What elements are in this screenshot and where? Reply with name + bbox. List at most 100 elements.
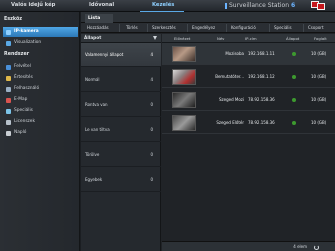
- brand-title: Surveillance Station 6: [229, 2, 295, 9]
- tab-bar: Lista: [81, 12, 335, 23]
- table-footer: 4 elem: [162, 241, 335, 251]
- brand-logo-icon: [225, 3, 227, 9]
- delete-button[interactable]: Törlés: [126, 23, 138, 33]
- recording-icon: [6, 64, 11, 70]
- sidebar-item-log[interactable]: Napló: [3, 128, 78, 138]
- toolbar-divider: [226, 24, 227, 32]
- status-filter-deleted[interactable]: Törölve 0: [81, 143, 161, 167]
- status-ok-icon: [292, 121, 296, 125]
- toolbar-divider: [303, 24, 304, 32]
- status-count: 0: [150, 102, 153, 107]
- log-icon: [6, 130, 11, 136]
- add-button[interactable]: Hozzáadás: [87, 23, 109, 33]
- status-filter-broken[interactable]: Rontva van 0: [81, 93, 161, 117]
- camera-name: Szeged Előtér: [216, 120, 244, 125]
- group-button[interactable]: Csoport: [308, 23, 324, 33]
- table-row[interactable]: Bemutatóter... 192.168.1.12 10 (GB): [162, 66, 335, 88]
- sidebar-item-emap[interactable]: E-Map: [3, 95, 78, 105]
- camera-table: Előnézet Név IP-cím Állapot Foglalt Mozi…: [162, 34, 335, 241]
- configuration-button[interactable]: Konfiguráció: [231, 23, 256, 33]
- status-count: 0: [150, 177, 153, 182]
- sidebar-item-label: Felhasználó: [14, 86, 40, 91]
- table-row[interactable]: Szeged Előtér 78.92.158.36 10 (GB): [162, 112, 335, 134]
- status-header-label: Állapot: [84, 36, 102, 41]
- toolbar-divider: [269, 24, 270, 32]
- column-status[interactable]: Állapot: [286, 34, 299, 43]
- sidebar-section-system: Rendszer: [4, 52, 30, 57]
- status-count: 0: [150, 127, 153, 132]
- camera-preview-thumbnail: [172, 92, 196, 108]
- sidebar-item-label: E-Map: [14, 97, 28, 102]
- camera-reserved: 10 (GB): [311, 97, 327, 102]
- license-icon: [6, 119, 11, 125]
- sidebar-item-label: Speciális: [14, 108, 33, 113]
- advanced-button[interactable]: Speciális: [274, 23, 292, 33]
- toolbar: Hozzáadás Törlés Szerkesztés Engedélyez …: [81, 23, 335, 33]
- status-count: 4: [150, 52, 153, 57]
- sidebar-item-advanced[interactable]: Speciális: [3, 106, 78, 116]
- sidebar-item-ip-camera[interactable]: IP-kamera: [3, 27, 78, 37]
- filter-icon[interactable]: [153, 36, 157, 40]
- camera-preview-thumbnail: [172, 46, 196, 62]
- status-filter-disabled[interactable]: Le van tiltva 0: [81, 118, 161, 142]
- sidebar-item-label: Visualization: [14, 40, 42, 45]
- refresh-icon[interactable]: [314, 244, 319, 250]
- table-row[interactable]: Mozisoba 192.168.1.11 10 (GB): [162, 43, 335, 65]
- status-label: Törölve: [85, 152, 100, 157]
- top-icons: [311, 1, 329, 11]
- emap-icon: [6, 97, 11, 103]
- status-filter-panel: Állapot Valamennyi állapot 4 Normál 4 Ro…: [81, 34, 161, 251]
- exit-icon[interactable]: [317, 3, 325, 10]
- sidebar-item-visualization[interactable]: Visualization: [3, 38, 78, 48]
- tab-live-view[interactable]: Valós idejű kép: [11, 2, 55, 8]
- visualization-icon: [6, 40, 11, 46]
- enable-button[interactable]: Engedélyez: [192, 23, 215, 33]
- camera-reserved: 10 (GB): [311, 74, 327, 79]
- camera-preview-thumbnail: [172, 69, 196, 85]
- column-reserved[interactable]: Foglalt: [314, 34, 327, 43]
- camera-ip: 78.92.158.36: [248, 97, 275, 102]
- status-filter-other[interactable]: Egyebek 0: [81, 168, 161, 192]
- sidebar-item-label: Értesítés: [14, 75, 33, 80]
- camera-name: Szeged Mozi: [218, 97, 244, 102]
- status-header: Állapot: [81, 34, 161, 43]
- status-count: 4: [150, 77, 153, 82]
- sidebar-item-license[interactable]: Licenszek: [3, 117, 78, 127]
- sidebar-item-label: IP-kamera: [14, 29, 39, 34]
- status-label: Egyebek: [85, 177, 103, 182]
- brand-version: 6: [290, 2, 296, 9]
- sidebar-item-label: Licenszek: [14, 119, 35, 124]
- camera-reserved: 10 (GB): [311, 120, 327, 125]
- sidebar-item-label: Felvétel: [14, 64, 31, 69]
- main-panel: Lista Hozzáadás Törlés Szerkesztés Enged…: [81, 12, 335, 251]
- tab-list[interactable]: Lista: [85, 14, 113, 23]
- top-bar: Valós idejű kép Idővonal Kezelés Surveil…: [0, 0, 335, 12]
- status-label: Normál: [85, 77, 100, 82]
- column-preview[interactable]: Előnézet: [174, 34, 190, 43]
- advanced-icon: [6, 108, 11, 114]
- edit-button[interactable]: Szerkesztés: [152, 23, 176, 33]
- column-ip[interactable]: IP-cím: [245, 34, 257, 43]
- tab-management[interactable]: Kezelés: [152, 2, 174, 8]
- camera-name: Mozisoba: [225, 51, 244, 56]
- tab-timeline[interactable]: Idővonal: [89, 2, 114, 8]
- column-name[interactable]: Név: [217, 34, 224, 43]
- brand-name: Surveillance Station: [229, 2, 290, 9]
- status-filter-all[interactable]: Valamennyi állapot 4: [81, 43, 161, 67]
- sidebar-section-device: Eszköz: [4, 17, 23, 22]
- table-row[interactable]: Szeged Mozi 78.92.158.36 10 (GB): [162, 89, 335, 111]
- sidebar-item-user[interactable]: Felhasználó: [3, 84, 78, 94]
- sidebar-item-notification[interactable]: Értesítés: [3, 73, 78, 83]
- sidebar-item-recording[interactable]: Felvétel: [3, 62, 78, 72]
- status-count: 0: [150, 152, 153, 157]
- camera-icon: [6, 29, 11, 35]
- camera-ip: 78.92.158.36: [248, 120, 275, 125]
- camera-name: Bemutatóter...: [215, 74, 244, 79]
- notification-icon: [6, 75, 11, 81]
- camera-ip: 192.168.1.11: [248, 51, 275, 56]
- status-label: Le van tiltva: [85, 127, 110, 132]
- table-header: Előnézet Név IP-cím Állapot Foglalt: [162, 34, 335, 43]
- user-icon: [6, 86, 11, 92]
- sidebar: Eszköz IP-kamera Visualization Rendszer …: [0, 12, 80, 251]
- status-filter-normal[interactable]: Normál 4: [81, 68, 161, 92]
